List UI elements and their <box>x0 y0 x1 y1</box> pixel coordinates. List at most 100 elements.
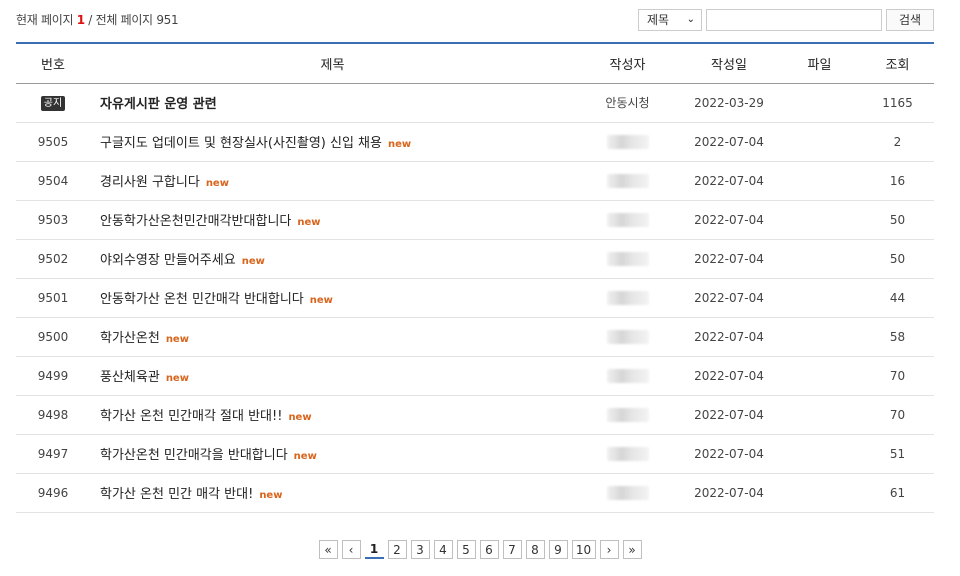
post-file <box>778 395 861 435</box>
blurred-author-name <box>606 485 649 500</box>
table-row[interactable]: 9500 학가산온천 new 2022-07-04 58 <box>16 317 934 357</box>
post-number: 9500 <box>16 317 90 357</box>
post-author <box>575 278 680 318</box>
page-info: 현재 페이지 1 / 전체 페이지 951 <box>16 11 179 28</box>
blurred-author-name <box>606 368 649 383</box>
page-button-6[interactable]: 6 <box>479 540 499 559</box>
post-title-link[interactable]: 학가산 온천 민간매각 절대 반대!! <box>100 409 282 424</box>
table-row[interactable]: 9499 풍산체육관 new 2022-07-04 70 <box>16 356 934 396</box>
column-header-number: 번호 <box>16 42 90 84</box>
post-date: 2022-07-04 <box>680 317 778 357</box>
post-author <box>575 395 680 435</box>
table-row[interactable]: 9496 학가산 온천 민간 매각 반대! new 2022-07-04 61 <box>16 473 934 513</box>
post-views: 2 <box>861 122 934 162</box>
column-header-views: 조회 <box>861 42 934 84</box>
post-views: 50 <box>861 200 934 240</box>
post-title-link[interactable]: 학가산온천 민간매각을 반대합니다 <box>100 448 288 463</box>
last-page-button[interactable]: » <box>622 540 642 559</box>
search-bar: 제목 ⌄ 검색 <box>638 8 934 31</box>
notice-date: 2022-03-29 <box>680 83 778 123</box>
blurred-author-name <box>606 446 649 461</box>
notice-file <box>778 83 861 123</box>
table-row[interactable]: 9503 안동학가산온천민간매각반대합니다 new 2022-07-04 50 <box>16 200 934 240</box>
post-title-link[interactable]: 안동학가산온천민간매각반대합니다 <box>100 214 291 229</box>
post-title-cell: 학가산온천 new <box>90 317 575 357</box>
post-date: 2022-07-04 <box>680 278 778 318</box>
new-badge: new <box>293 451 317 462</box>
post-title-cell: 학가산 온천 민간 매각 반대! new <box>90 473 575 513</box>
table-row[interactable]: 9504 경리사원 구합니다 new 2022-07-04 16 <box>16 161 934 201</box>
column-header-title: 제목 <box>90 42 575 84</box>
post-number: 9505 <box>16 122 90 162</box>
post-title-link[interactable]: 경리사원 구합니다 <box>100 175 200 190</box>
post-title-link[interactable]: 안동학가산 온천 민간매각 반대합니다 <box>100 292 304 307</box>
post-title-cell: 안동학가산온천민간매각반대합니다 new <box>90 200 575 240</box>
post-number: 9502 <box>16 239 90 279</box>
prev-page-button[interactable]: ‹ <box>341 540 361 559</box>
post-file <box>778 161 861 201</box>
post-number: 9499 <box>16 356 90 396</box>
page-button-5[interactable]: 5 <box>456 540 476 559</box>
search-button[interactable]: 검색 <box>886 8 934 31</box>
post-author <box>575 356 680 396</box>
first-page-button[interactable]: « <box>318 540 338 559</box>
post-author <box>575 239 680 279</box>
page-button-8[interactable]: 8 <box>525 540 545 559</box>
post-author <box>575 200 680 240</box>
post-views: 51 <box>861 434 934 474</box>
post-file <box>778 317 861 357</box>
post-views: 16 <box>861 161 934 201</box>
post-title-cell: 야외수영장 만들어주세요 new <box>90 239 575 279</box>
table-row[interactable]: 9497 학가산온천 민간매각을 반대합니다 new 2022-07-04 51 <box>16 434 934 474</box>
blurred-author-name <box>606 251 649 266</box>
post-title-cell: 안동학가산 온천 민간매각 반대합니다 new <box>90 278 575 318</box>
table-row[interactable]: 9505 구글지도 업데이트 및 현장실사(사진촬영) 신입 채용 new 2022-… <box>16 122 934 162</box>
post-file <box>778 356 861 396</box>
notice-row[interactable]: 공지 자유게시판 운영 관련 안동시청 2022-03-29 1165 <box>16 83 934 123</box>
post-date: 2022-07-04 <box>680 200 778 240</box>
page-button-10[interactable]: 10 <box>571 540 596 559</box>
post-title-link[interactable]: 학가산 온천 민간 매각 반대! <box>100 487 253 502</box>
table-row[interactable]: 9501 안동학가산 온천 민간매각 반대합니다 new 2022-07-04 44 <box>16 278 934 318</box>
post-number: 9504 <box>16 161 90 201</box>
notice-author: 안동시청 <box>575 83 680 123</box>
search-field-select[interactable]: 제목 ⌄ <box>638 8 702 31</box>
page-button-2[interactable]: 2 <box>387 540 407 559</box>
table-row[interactable]: 9502 야외수영장 만들어주세요 new 2022-07-04 50 <box>16 239 934 279</box>
post-date: 2022-07-04 <box>680 239 778 279</box>
post-file <box>778 473 861 513</box>
post-views: 44 <box>861 278 934 318</box>
page-button-4[interactable]: 4 <box>433 540 453 559</box>
new-badge: new <box>205 178 229 189</box>
page-button-9[interactable]: 9 <box>548 540 568 559</box>
post-author <box>575 473 680 513</box>
post-views: 70 <box>861 356 934 396</box>
column-header-author: 작성자 <box>575 42 680 84</box>
column-header-file: 파일 <box>778 42 861 84</box>
post-title-link[interactable]: 풍산체육관 <box>100 370 160 385</box>
page-button-1[interactable]: 1 <box>364 540 384 559</box>
new-badge: new <box>259 490 283 501</box>
search-input[interactable] <box>706 8 882 31</box>
page-info-total: 951 <box>156 13 179 27</box>
chevron-down-icon: ⌄ <box>686 14 695 25</box>
post-file <box>778 122 861 162</box>
post-author <box>575 122 680 162</box>
table-row[interactable]: 9498 학가산 온천 민간매각 절대 반대!! new 2022-07-04 70 <box>16 395 934 435</box>
notice-title-link[interactable]: 자유게시판 운영 관련 <box>90 83 575 123</box>
page-button-3[interactable]: 3 <box>410 540 430 559</box>
pagination: « ‹ 1 2 3 4 5 6 7 8 9 10 › » <box>0 540 960 559</box>
post-date: 2022-07-04 <box>680 161 778 201</box>
post-title-cell: 경리사원 구합니다 new <box>90 161 575 201</box>
next-page-button[interactable]: › <box>599 540 619 559</box>
new-badge: new <box>387 139 412 150</box>
post-date: 2022-07-04 <box>680 395 778 435</box>
post-title-link[interactable]: 구글지도 업데이트 및 현장실사(사진촬영) 신입 채용 <box>100 136 382 151</box>
post-views: 50 <box>861 239 934 279</box>
page-button-7[interactable]: 7 <box>502 540 522 559</box>
new-badge: new <box>288 412 312 423</box>
post-title-link[interactable]: 야외수영장 만들어주세요 <box>100 253 236 268</box>
blurred-author-name <box>606 329 649 344</box>
notice-badge-cell: 공지 <box>16 83 90 123</box>
post-title-link[interactable]: 학가산온천 <box>100 331 160 346</box>
